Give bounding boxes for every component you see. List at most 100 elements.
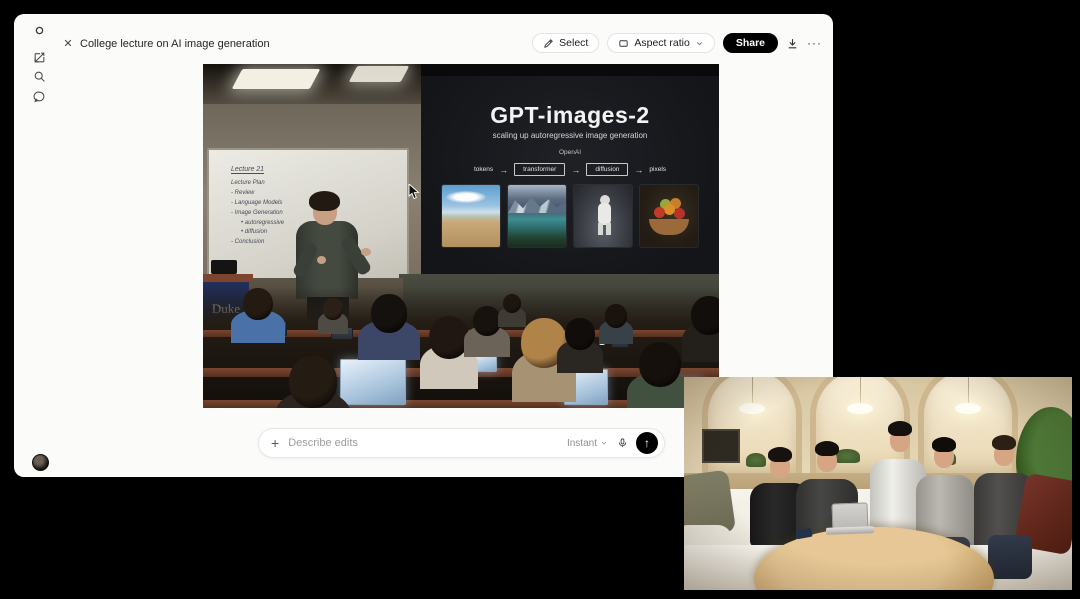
plus-icon[interactable]: +	[271, 435, 279, 451]
whiteboard-line: - Image Generation	[231, 209, 284, 219]
page-title: College lecture on AI image generation	[80, 38, 270, 50]
letterbox-bar	[684, 590, 1080, 599]
ceiling-light	[232, 69, 321, 89]
openai-logo-icon	[31, 22, 47, 38]
chat-icon[interactable]	[31, 88, 47, 104]
audience	[203, 286, 719, 408]
astronaut-figure	[598, 203, 611, 225]
plant	[746, 453, 766, 467]
audience-head	[289, 356, 337, 408]
pipeline-diagram: tokens → transformer → diffusion → pixel…	[421, 163, 719, 176]
person-legs	[988, 535, 1032, 579]
slide-thumbnails	[421, 185, 719, 247]
audience-head	[243, 288, 273, 320]
aspect-ratio-label: Aspect ratio	[634, 37, 689, 49]
download-icon	[786, 37, 799, 50]
slide: GPT-images-2 scaling up autoregressive i…	[421, 102, 719, 247]
person-hair	[932, 437, 956, 452]
audience-head	[323, 298, 343, 320]
pipeline-diffusion: diffusion	[586, 163, 628, 176]
slide-org: OpenAI	[421, 149, 719, 156]
audience-head	[605, 304, 627, 328]
whiteboard-line: Lecture Plan	[231, 179, 284, 189]
chevron-down-icon	[695, 39, 704, 48]
mode-label: Instant	[567, 438, 597, 449]
mode-selector[interactable]: Instant	[567, 438, 608, 449]
podium-equipment	[211, 260, 237, 274]
mic-icon	[617, 437, 628, 449]
toolbar: Select Aspect ratio Share	[532, 33, 822, 53]
person-hair	[992, 435, 1016, 450]
person-hair	[888, 421, 912, 436]
presenter-hand	[361, 248, 371, 256]
user-avatar[interactable]	[32, 454, 49, 471]
laptop	[340, 359, 406, 405]
compose-icon[interactable]	[31, 49, 47, 65]
pendant-light	[955, 403, 981, 414]
whiteboard-line: • autoregressive	[241, 219, 284, 229]
person-hair	[815, 441, 839, 456]
photo-frames	[702, 429, 740, 463]
thumbnail-mountain-lake	[508, 185, 566, 247]
thumbnail-astronaut	[574, 185, 632, 247]
edit-bar: + Describe edits Instant ↑	[258, 428, 665, 458]
pipeline-transformer: transformer	[514, 163, 565, 176]
select-pen-icon	[543, 38, 554, 49]
whiteboard-lines: Lecture Plan - Review - Language Models …	[231, 179, 284, 248]
presenter-hair	[309, 191, 340, 211]
arrow-icon: →	[634, 165, 643, 175]
search-icon[interactable]	[31, 68, 47, 84]
whiteboard-line: • diffusion	[241, 228, 284, 238]
lamp-cord	[752, 377, 753, 404]
arrow-icon: →	[571, 165, 580, 175]
pendant-light	[739, 403, 765, 414]
download-button[interactable]	[786, 37, 799, 50]
share-button[interactable]: Share	[723, 33, 778, 53]
mic-button[interactable]	[617, 437, 628, 449]
pipeline-tokens: tokens	[474, 166, 493, 173]
podium-top	[203, 274, 253, 282]
audience-head	[565, 318, 595, 350]
audience-head	[371, 294, 407, 333]
audience-head	[473, 306, 501, 336]
more-button[interactable]: ···	[807, 36, 822, 50]
fruit-bowl	[649, 219, 689, 235]
letterbox-bar	[1072, 377, 1080, 599]
send-button[interactable]: ↑	[636, 432, 658, 454]
select-button[interactable]: Select	[532, 33, 599, 53]
fruit	[654, 207, 665, 218]
whiteboard-heading: Lecture 21	[231, 166, 264, 174]
lamp-cord	[968, 377, 969, 404]
chevron-down-icon	[600, 439, 608, 447]
whiteboard-notes: Lecture 21 Lecture Plan - Review - Langu…	[231, 158, 284, 248]
lamp-cord	[860, 377, 861, 404]
whiteboard-line: - Review	[231, 189, 284, 199]
arrow-icon: →	[499, 165, 508, 175]
sidebar	[14, 14, 50, 477]
select-label: Select	[559, 37, 588, 49]
pendant-light	[847, 403, 873, 414]
aspect-ratio-button[interactable]: Aspect ratio	[607, 33, 714, 53]
person-hair	[768, 447, 792, 462]
whiteboard-line: - Conclusion	[231, 238, 284, 248]
thumbnail-beach	[442, 185, 500, 247]
audience-head	[639, 342, 681, 387]
screen: ✕ College lecture on AI image generation…	[0, 0, 1080, 599]
video-overlay[interactable]	[684, 377, 1080, 599]
audience-head	[429, 316, 469, 359]
pipeline-pixels: pixels	[649, 166, 666, 173]
thumbnail-fruit-bowl	[640, 185, 698, 247]
aspect-ratio-icon	[618, 38, 629, 49]
edit-input[interactable]: Describe edits	[288, 437, 567, 449]
presenter-hand	[317, 256, 326, 264]
ceiling-light	[349, 66, 410, 82]
close-button[interactable]: ✕	[60, 36, 76, 52]
astronaut-figure	[598, 223, 611, 235]
slide-subtitle: scaling up autoregressive image generati…	[421, 131, 719, 140]
whiteboard-line: - Language Models	[231, 199, 284, 209]
generated-image[interactable]: Lecture 21 Lecture Plan - Review - Langu…	[203, 64, 719, 408]
mouse-cursor	[408, 184, 421, 200]
video-frame	[684, 377, 1072, 590]
projection-screen: GPT-images-2 scaling up autoregressive i…	[421, 76, 719, 286]
slide-title: GPT-images-2	[421, 102, 719, 129]
